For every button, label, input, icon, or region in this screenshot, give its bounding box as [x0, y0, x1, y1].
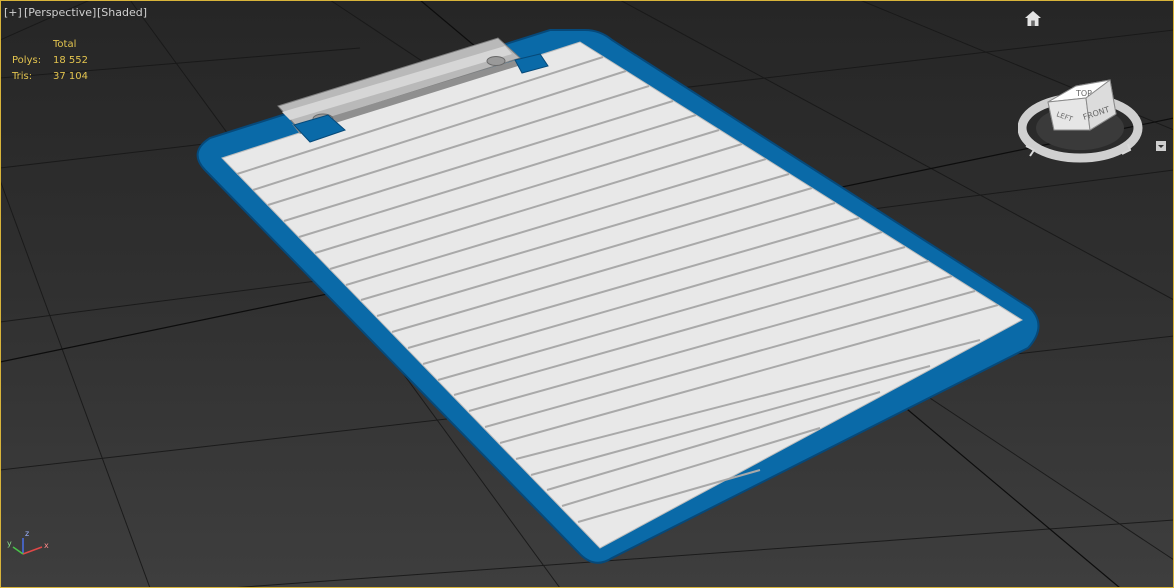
axis-tripod: z x y [7, 529, 49, 555]
scene-canvas[interactable] [0, 0, 1174, 588]
axis-y-label: y [7, 539, 12, 548]
viewcube-top-label: TOP [1075, 89, 1092, 98]
stats-tris-value: 37 104 [53, 71, 88, 82]
perspective-viewport[interactable]: [+] [Perspective] [Shaded] Total Polys: … [0, 0, 1174, 588]
stats-tris-label: Tris: [12, 71, 33, 82]
viewcube[interactable]: TOP LEFT FRONT [1018, 58, 1148, 168]
chevron-down-icon[interactable] [1155, 140, 1167, 152]
viewport-menu-plus[interactable]: [+] [4, 6, 22, 20]
axis-x-label: x [44, 541, 49, 550]
viewport-menu-shading[interactable]: [Shaded] [97, 6, 147, 20]
viewport-menu-perspective[interactable]: [Perspective] [24, 6, 96, 20]
home-icon[interactable] [1024, 10, 1042, 27]
axis-z-label: z [25, 529, 29, 538]
stats-polys-value: 18 552 [53, 55, 88, 66]
stats-polys-label: Polys: [12, 55, 42, 66]
stats-header: Total [53, 39, 77, 50]
